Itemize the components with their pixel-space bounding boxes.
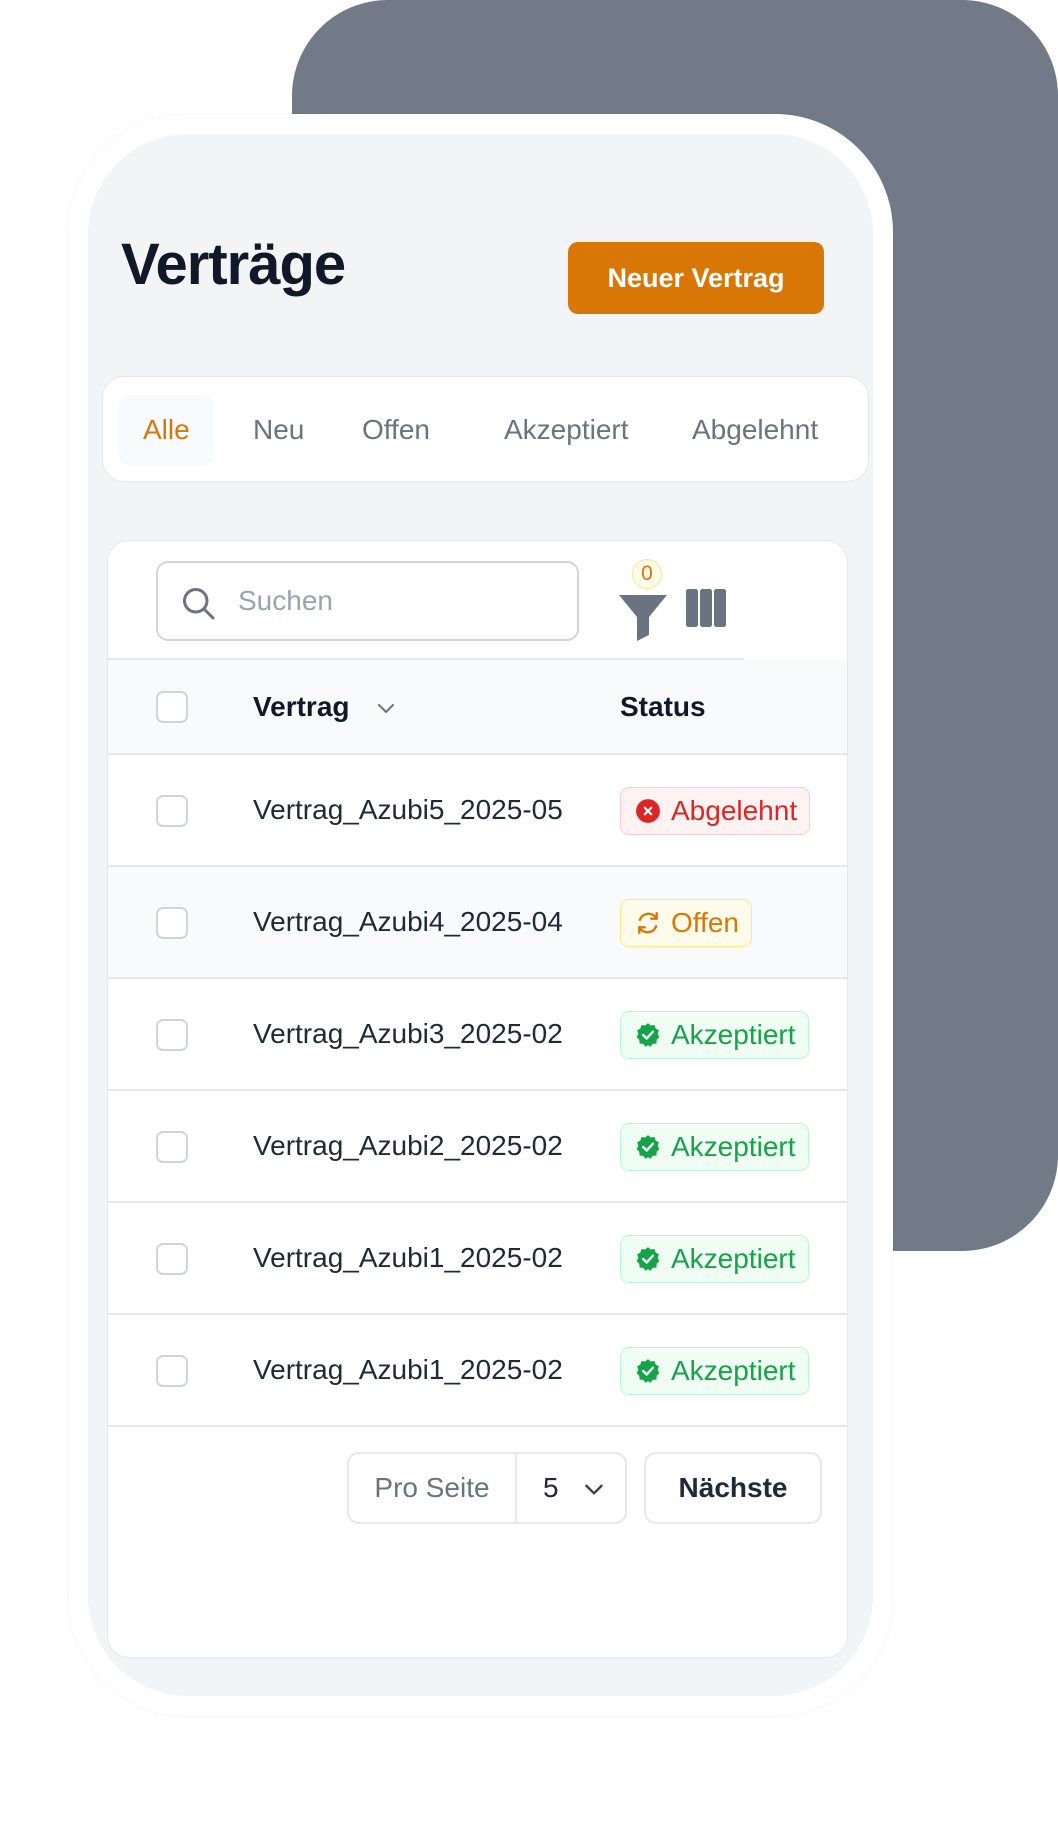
status-tabs: Alle Neu Offen Akzeptiert Abgelehnt xyxy=(102,376,869,482)
contract-name: Vertrag_Azubi2_2025-02 xyxy=(253,1130,563,1161)
select-all-checkbox[interactable] xyxy=(156,691,188,723)
status-badge: Akzeptiert xyxy=(620,1011,809,1059)
status-badge: Akzeptiert xyxy=(620,1123,809,1171)
tab-rejected[interactable]: Abgelehnt xyxy=(668,395,842,465)
tab-open[interactable]: Offen xyxy=(338,395,454,465)
new-contract-button[interactable]: Neuer Vertrag xyxy=(568,242,824,314)
table-row[interactable]: Vertrag_Azubi4_2025-04 Offen xyxy=(108,867,847,979)
contract-name: Vertrag_Azubi1_2025-02 xyxy=(253,1242,563,1273)
search-icon xyxy=(183,588,215,620)
per-page-select[interactable]: Pro Seite 5 xyxy=(347,1452,627,1524)
columns-icon[interactable] xyxy=(682,585,730,631)
tab-accepted[interactable]: Akzeptiert xyxy=(480,395,653,465)
refresh-icon xyxy=(638,912,658,934)
status-label: Offen xyxy=(671,907,739,938)
table-row[interactable]: Vertrag_Azubi3_2025-02 Akzeptiert xyxy=(108,979,847,1091)
search-input[interactable] xyxy=(238,575,558,627)
per-page-label: Pro Seite xyxy=(349,1454,517,1522)
table-header: Vertrag Status xyxy=(108,660,847,755)
search-field[interactable] xyxy=(156,561,579,641)
row-checkbox[interactable] xyxy=(156,1131,188,1163)
check-badge-icon xyxy=(636,1023,660,1047)
column-header-contract[interactable]: Vertrag xyxy=(253,691,350,723)
tab-all[interactable]: Alle xyxy=(119,395,214,465)
table-row[interactable]: Vertrag_Azubi2_2025-02 Akzeptiert xyxy=(108,1091,847,1203)
chevron-down-icon[interactable] xyxy=(374,696,398,720)
status-label: Akzeptiert xyxy=(671,1355,796,1386)
per-page-value[interactable]: 5 xyxy=(543,1454,559,1522)
page-title: Verträge xyxy=(121,232,346,297)
status-label: Akzeptiert xyxy=(671,1243,796,1274)
status-badge: Offen xyxy=(620,899,752,947)
status-label: Akzeptiert xyxy=(671,1019,796,1050)
x-circle-icon xyxy=(636,799,660,823)
status-badge: Abgelehnt xyxy=(620,787,811,835)
column-header-status: Status xyxy=(620,691,706,722)
contracts-table-card: 0 Vertrag Status Vertrag_Azubi5_2025-05 … xyxy=(107,540,848,1658)
row-checkbox[interactable] xyxy=(156,907,188,939)
contract-name: Vertrag_Azubi3_2025-02 xyxy=(253,1018,563,1049)
status-label: Akzeptiert xyxy=(671,1131,796,1162)
filter-count-badge: 0 xyxy=(632,559,662,589)
contract-name: Vertrag_Azubi4_2025-04 xyxy=(253,906,563,937)
table-row[interactable]: Vertrag_Azubi5_2025-05 Abgelehnt xyxy=(108,755,847,867)
row-checkbox[interactable] xyxy=(156,1355,188,1387)
next-page-button[interactable]: Nächste xyxy=(644,1452,822,1524)
check-badge-icon xyxy=(636,1247,660,1271)
table-row[interactable]: Vertrag_Azubi1_2025-02 Akzeptiert xyxy=(108,1203,847,1315)
contract-name: Vertrag_Azubi5_2025-05 xyxy=(253,794,563,825)
chevron-down-icon[interactable] xyxy=(581,1476,607,1502)
table-row[interactable]: Vertrag_Azubi1_2025-02 Akzeptiert xyxy=(108,1315,847,1427)
status-badge: Akzeptiert xyxy=(620,1347,809,1395)
row-checkbox[interactable] xyxy=(156,795,188,827)
check-badge-icon xyxy=(636,1359,660,1383)
status-label: Abgelehnt xyxy=(671,795,798,826)
status-badge: Akzeptiert xyxy=(620,1235,809,1283)
row-checkbox[interactable] xyxy=(156,1243,188,1275)
filter-icon[interactable] xyxy=(607,581,679,645)
contract-name: Vertrag_Azubi1_2025-02 xyxy=(253,1354,563,1385)
tab-new[interactable]: Neu xyxy=(229,395,328,465)
row-checkbox[interactable] xyxy=(156,1019,188,1051)
check-badge-icon xyxy=(636,1135,660,1159)
